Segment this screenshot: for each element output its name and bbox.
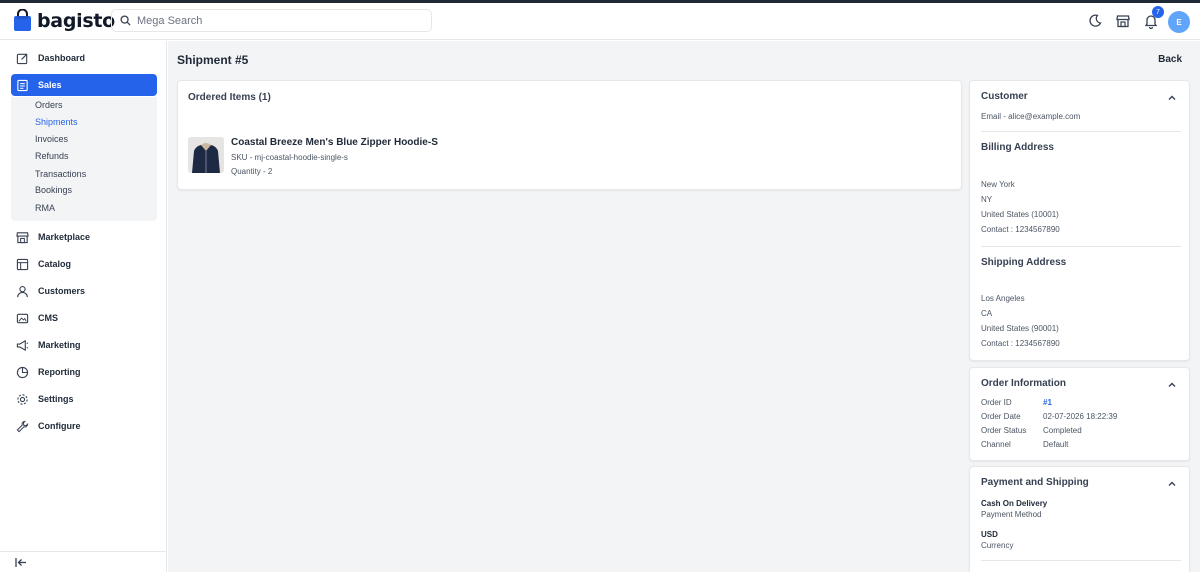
page-title: Shipment #5 bbox=[177, 53, 249, 67]
sidebar-item-label: Catalog bbox=[38, 259, 72, 269]
top-header: bagisto 7 E bbox=[0, 3, 1200, 40]
order-information-title: Order Information bbox=[981, 378, 1067, 389]
sidebar-item-customers[interactable]: Customers bbox=[11, 280, 157, 302]
currency-label: Currency bbox=[981, 541, 1014, 550]
channel-label: Channel bbox=[981, 440, 1011, 449]
sidebar-item-label: Settings bbox=[38, 394, 74, 404]
submenu-item-shipments[interactable]: Shipments bbox=[35, 117, 78, 127]
channel-value: Default bbox=[1043, 440, 1069, 449]
shipping-city: Los Angeles bbox=[981, 294, 1025, 303]
sidebar-item-label: Customers bbox=[38, 286, 86, 296]
back-button[interactable]: Back bbox=[1158, 54, 1182, 65]
payment-shipping-card: Payment and Shipping Cash On Delivery Pa… bbox=[969, 466, 1190, 572]
sidebar-item-sales[interactable]: Sales bbox=[11, 74, 157, 96]
dark-mode-icon[interactable] bbox=[1087, 13, 1103, 29]
customer-title: Customer bbox=[981, 91, 1028, 102]
ordered-items-card: Ordered Items (1) Coastal Breeze Men's B… bbox=[177, 80, 962, 190]
divider bbox=[981, 560, 1181, 561]
wrench-icon bbox=[16, 420, 29, 432]
submenu-item-invoices[interactable]: Invoices bbox=[35, 134, 68, 144]
payment-method-label: Payment Method bbox=[981, 510, 1042, 519]
chevron-up-icon[interactable] bbox=[1167, 479, 1177, 489]
sales-icon bbox=[17, 79, 28, 91]
submenu-item-orders[interactable]: Orders bbox=[35, 100, 63, 110]
billing-country: United States (10001) bbox=[981, 210, 1059, 219]
order-date-value: 02-07-2026 18:22:39 bbox=[1043, 412, 1118, 421]
sidebar-item-label: Reporting bbox=[38, 367, 81, 377]
dashboard-icon bbox=[16, 52, 28, 64]
main-content: Shipment #5 Back Ordered Items (1) Coast… bbox=[168, 41, 1200, 572]
payment-method-value: Cash On Delivery bbox=[981, 499, 1048, 508]
shipping-state: CA bbox=[981, 309, 993, 318]
sidebar-item-label: Sales bbox=[38, 80, 62, 90]
sidebar-item-label: Configure bbox=[38, 421, 81, 431]
sidebar-item-cms[interactable]: CMS bbox=[11, 307, 157, 329]
bag-logo-icon bbox=[14, 9, 31, 31]
customer-card: Customer Email - alice@example.com Billi… bbox=[969, 80, 1190, 361]
order-status-value: Completed bbox=[1043, 426, 1082, 435]
sidebar-item-label: Marketing bbox=[38, 340, 81, 350]
billing-state: NY bbox=[981, 195, 993, 204]
submenu-item-refunds[interactable]: Refunds bbox=[35, 151, 69, 161]
chevron-up-icon[interactable] bbox=[1167, 93, 1177, 103]
order-information-card: Order Information Order ID #1 Order Date… bbox=[969, 367, 1190, 461]
collapse-sidebar-icon[interactable] bbox=[15, 557, 27, 568]
sidebar-item-catalog[interactable]: Catalog bbox=[11, 253, 157, 275]
search-input[interactable] bbox=[137, 14, 417, 27]
submenu-item-transactions[interactable]: Transactions bbox=[35, 169, 86, 179]
sales-submenu: Orders Shipments Invoices Refunds Transa… bbox=[11, 97, 157, 221]
shipping-address-title: Shipping Address bbox=[981, 257, 1067, 268]
hoodie-image-icon bbox=[188, 137, 224, 173]
sidebar-item-dashboard[interactable]: Dashboard bbox=[11, 47, 157, 69]
sidebar-item-label: CMS bbox=[38, 313, 58, 323]
marketing-icon bbox=[16, 339, 29, 351]
storefront-icon[interactable] bbox=[1115, 13, 1131, 29]
ordered-items-title: Ordered Items (1) bbox=[188, 92, 271, 103]
brand-logo[interactable]: bagisto bbox=[13, 9, 115, 32]
sidebar-collapse-bar bbox=[0, 551, 167, 572]
marketplace-icon bbox=[16, 231, 29, 243]
currency-value: USD bbox=[981, 530, 998, 539]
search-icon bbox=[120, 15, 131, 26]
sidebar-item-label: Marketplace bbox=[38, 232, 91, 242]
mega-search[interactable] bbox=[111, 9, 432, 32]
user-avatar[interactable]: E bbox=[1168, 11, 1190, 33]
sidebar-item-marketplace[interactable]: Marketplace bbox=[11, 226, 157, 248]
sidebar-item-reporting[interactable]: Reporting bbox=[11, 361, 157, 383]
product-name[interactable]: Coastal Breeze Men's Blue Zipper Hoodie-… bbox=[231, 137, 438, 148]
payment-shipping-title: Payment and Shipping bbox=[981, 477, 1089, 488]
sidebar-item-label: Dashboard bbox=[38, 53, 86, 63]
order-status-label: Order Status bbox=[981, 426, 1027, 435]
product-quantity: Quantity - 2 bbox=[231, 167, 273, 176]
submenu-item-bookings[interactable]: Bookings bbox=[35, 185, 72, 195]
sidebar-item-settings[interactable]: Settings bbox=[11, 388, 157, 410]
divider bbox=[981, 246, 1181, 247]
divider bbox=[981, 131, 1181, 132]
submenu-item-rma[interactable]: RMA bbox=[35, 203, 55, 213]
product-image[interactable] bbox=[188, 137, 224, 173]
billing-address-title: Billing Address bbox=[981, 142, 1054, 153]
shipping-contact: Contact : 1234567890 bbox=[981, 339, 1060, 348]
cms-icon bbox=[16, 313, 29, 323]
order-date-label: Order Date bbox=[981, 412, 1021, 421]
billing-contact: Contact : 1234567890 bbox=[981, 225, 1060, 234]
catalog-icon bbox=[16, 258, 29, 270]
sidebar: Dashboard Sales Orders Shipments Invoice… bbox=[0, 41, 167, 572]
order-id-link[interactable]: #1 bbox=[1043, 398, 1052, 407]
sidebar-item-marketing[interactable]: Marketing bbox=[11, 334, 157, 356]
order-id-label: Order ID bbox=[981, 398, 1012, 407]
chevron-up-icon[interactable] bbox=[1167, 380, 1177, 390]
brand-name: bagisto bbox=[37, 9, 115, 32]
customer-email: Email - alice@example.com bbox=[981, 112, 1081, 121]
sidebar-item-configure[interactable]: Configure bbox=[11, 415, 157, 437]
settings-gear-icon bbox=[17, 393, 28, 405]
shipping-country: United States (90001) bbox=[981, 324, 1059, 333]
customers-icon bbox=[17, 285, 28, 297]
product-sku: SKU - mj-coastal-hoodie-single-s bbox=[231, 153, 348, 162]
billing-city: New York bbox=[981, 180, 1015, 189]
reporting-icon bbox=[16, 366, 29, 378]
notification-count-badge: 7 bbox=[1152, 6, 1164, 18]
